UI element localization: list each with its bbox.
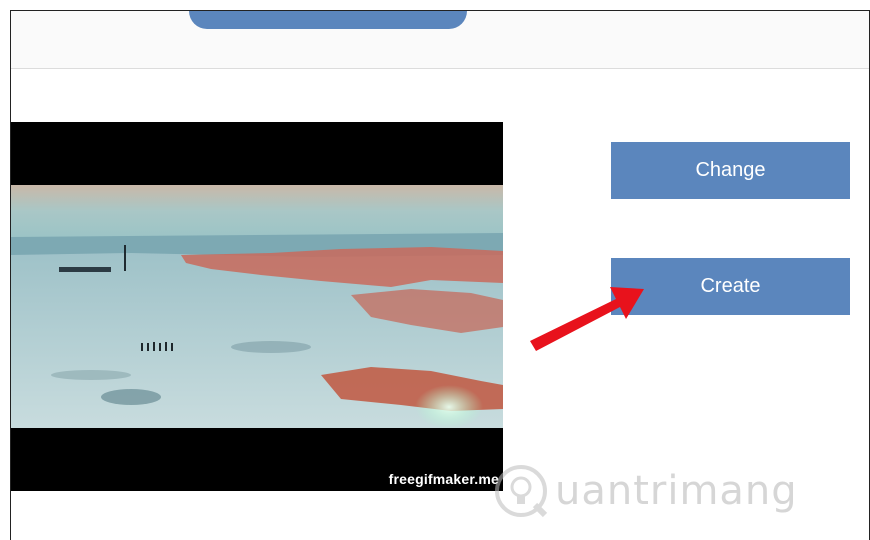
red-arrow-annotation [530, 287, 644, 351]
quantrimang-logo: uantrimang [491, 451, 831, 531]
app-frame: freegifmaker.me Change Create uantrimang [10, 10, 870, 540]
preview-watermark: freegifmaker.me [388, 471, 499, 487]
gif-preview: freegifmaker.me [11, 122, 503, 491]
create-button[interactable]: Create [611, 258, 850, 315]
top-nav-pill[interactable] [189, 11, 467, 29]
change-button[interactable]: Change [611, 142, 850, 199]
logo-text: uantrimang [555, 468, 798, 514]
lightbulb-icon [495, 465, 548, 518]
top-bar [11, 11, 869, 69]
preview-frame-image [11, 185, 503, 428]
